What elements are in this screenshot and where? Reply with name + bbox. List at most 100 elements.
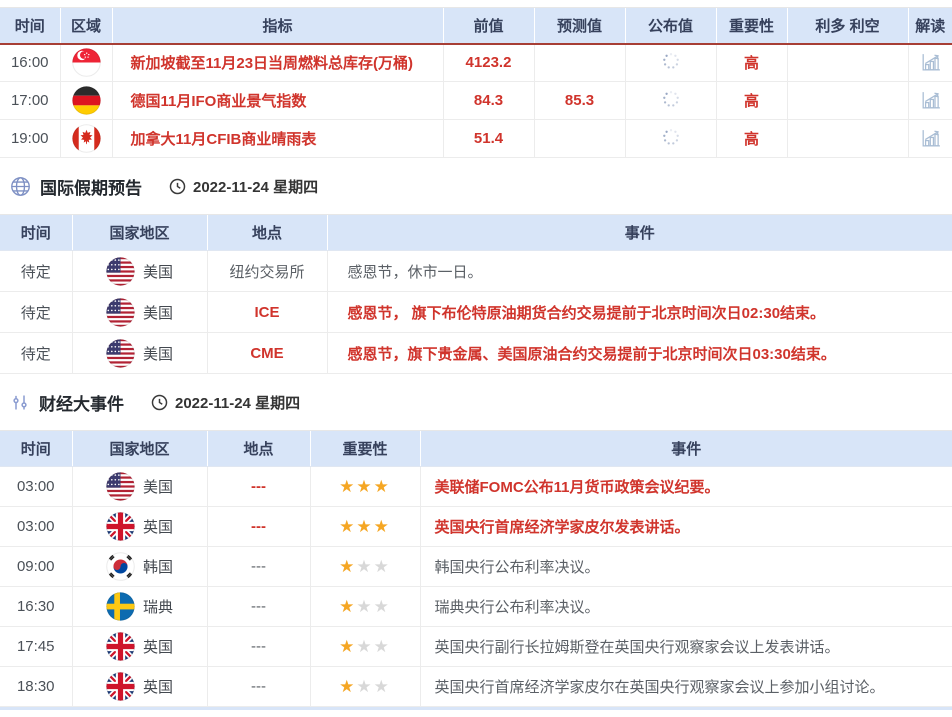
country-name: 英国 [143,639,173,656]
region-flag-cell [60,120,112,158]
location-cell: --- [207,627,310,667]
importance-cell: ★★★ [310,547,420,587]
country-name: 美国 [143,305,173,322]
holiday-date-text: 2022-11-24 星期四 [193,176,318,197]
star-icon: ★ [356,597,373,616]
indicator-row: 16:00新加坡截至11月23日当周燃料总库存(万桶)4123.2高 [0,44,952,82]
chart-interpret-icon[interactable] [919,89,942,112]
location-cell: --- [207,547,310,587]
col-time: 时间 [0,8,60,44]
indicator-row: 17:00德国11月IFO商业景气指数84.385.3高 [0,82,952,120]
holiday-row: 待定美国CME感恩节，旗下贵金属、美国原油合约交易提前于北京时间次日03:30结… [0,333,952,374]
country-cell: 美国 [72,333,207,374]
star-icon: ★ [356,677,373,696]
col-region: 区域 [60,8,112,44]
time-cell: 03:00 [0,507,72,547]
event-cell: 英国央行首席经济学家皮尔发表讲话。 [420,507,952,547]
col-country: 国家地区 [72,431,207,467]
forecast-value [534,44,625,82]
interpret-cell [908,120,952,158]
col-country: 国家地区 [72,215,207,251]
holiday-section-header: 国际假期预告 2022-11-24 星期四 [0,158,952,214]
star-icon: ★ [356,477,373,496]
location-cell: --- [207,667,310,707]
uk-flag-icon [106,512,135,541]
bull-bear-cell [787,120,908,158]
country-name: 英国 [143,519,173,536]
star-icon: ★ [374,597,391,616]
indicator-row: 19:00加拿大11月CFIB商业晴雨表51.4高 [0,120,952,158]
location-cell: CME [207,333,327,374]
region-flag-cell [60,44,112,82]
interpret-cell [908,44,952,82]
event-row: 09:00韩国---★★★韩国央行公布利率决议。 [0,547,952,587]
country-name: 美国 [143,346,173,363]
holiday-table-header-row: 时间 国家地区 地点 事件 [0,215,952,251]
previous-value: 51.4 [443,120,534,158]
col-location: 地点 [207,215,327,251]
indicator-cell: 加拿大11月CFIB商业晴雨表 [112,120,443,158]
star-icon: ★ [374,477,391,496]
loading-spinner-icon [660,50,682,72]
indicator-table: 时间 区域 指标 前值 预测值 公布值 重要性 利多 利空 解读 16:00新加… [0,7,952,158]
col-time: 时间 [0,215,72,251]
economic-calendar-page: 时间 区域 指标 前值 预测值 公布值 重要性 利多 利空 解读 16:00新加… [0,0,952,710]
time-cell: 待定 [0,251,72,292]
importance-stars: ★★★ [339,477,391,496]
events-table-header-row: 时间 国家地区 地点 重要性 事件 [0,431,952,467]
indicator-cell: 新加坡截至11月23日当周燃料总库存(万桶) [112,44,443,82]
location-cell: --- [207,507,310,547]
location-cell: --- [207,587,310,627]
korea-flag-icon [106,552,135,581]
loading-spinner-icon [660,126,682,148]
events-section-title: 财经大事件 [39,390,124,415]
event-row: 03:00美国---★★★美联储FOMC公布11月货币政策会议纪要。 [0,467,952,507]
holiday-table: 时间 国家地区 地点 事件 待定美国纽约交易所感恩节，休市一日。待定美国ICE感… [0,214,952,374]
country-name: 美国 [143,264,173,281]
country-cell: 美国 [72,292,207,333]
country-name: 瑞典 [143,599,173,616]
col-time: 时间 [0,431,72,467]
star-icon: ★ [339,517,356,536]
col-forecast: 预测值 [534,8,625,44]
star-icon: ★ [356,557,373,576]
holiday-row: 待定美国ICE感恩节， 旗下布伦特原油期货合约交易提前于北京时间次日02:30结… [0,292,952,333]
country-name: 英国 [143,679,173,696]
chart-interpret-icon[interactable] [919,51,942,74]
star-icon: ★ [356,637,373,656]
col-importance: 重要性 [716,8,787,44]
chart-interpret-icon[interactable] [919,127,942,150]
importance-cell: ★★★ [310,467,420,507]
uk-flag-icon [106,632,135,661]
published-value-cell [625,120,716,158]
forecast-value: 85.3 [534,82,625,120]
event-cell: 英国央行副行长拉姆斯登在英国央行观察家会议上发表讲话。 [420,627,952,667]
col-bull-bear: 利多 利空 [787,8,908,44]
us-flag-icon [106,339,135,368]
globe-icon [10,176,31,197]
germany-flag-icon [72,86,101,115]
col-indicator: 指标 [112,8,443,44]
sweden-flag-icon [106,592,135,621]
star-icon: ★ [339,557,356,576]
location-cell: 纽约交易所 [207,251,327,292]
indicator-cell: 德国11月IFO商业景气指数 [112,82,443,120]
country-cell: 美国 [72,467,207,507]
previous-value: 4123.2 [443,44,534,82]
importance-cell: ★★★ [310,667,420,707]
holiday-section-title: 国际假期预告 [40,174,142,199]
country-name: 韩国 [143,559,173,576]
sliders-icon [10,392,30,413]
previous-value: 84.3 [443,82,534,120]
star-icon: ★ [339,477,356,496]
interpret-cell [908,82,952,120]
time-cell: 待定 [0,292,72,333]
time-cell: 19:00 [0,120,60,158]
bull-bear-cell [787,44,908,82]
events-section-header: 财经大事件 2022-11-24 星期四 [0,374,952,430]
location-cell: --- [207,467,310,507]
star-icon: ★ [339,597,356,616]
importance-cell: ★★★ [310,627,420,667]
event-row: 16:30瑞典---★★★瑞典央行公布利率决议。 [0,587,952,627]
clock-icon [169,178,186,195]
